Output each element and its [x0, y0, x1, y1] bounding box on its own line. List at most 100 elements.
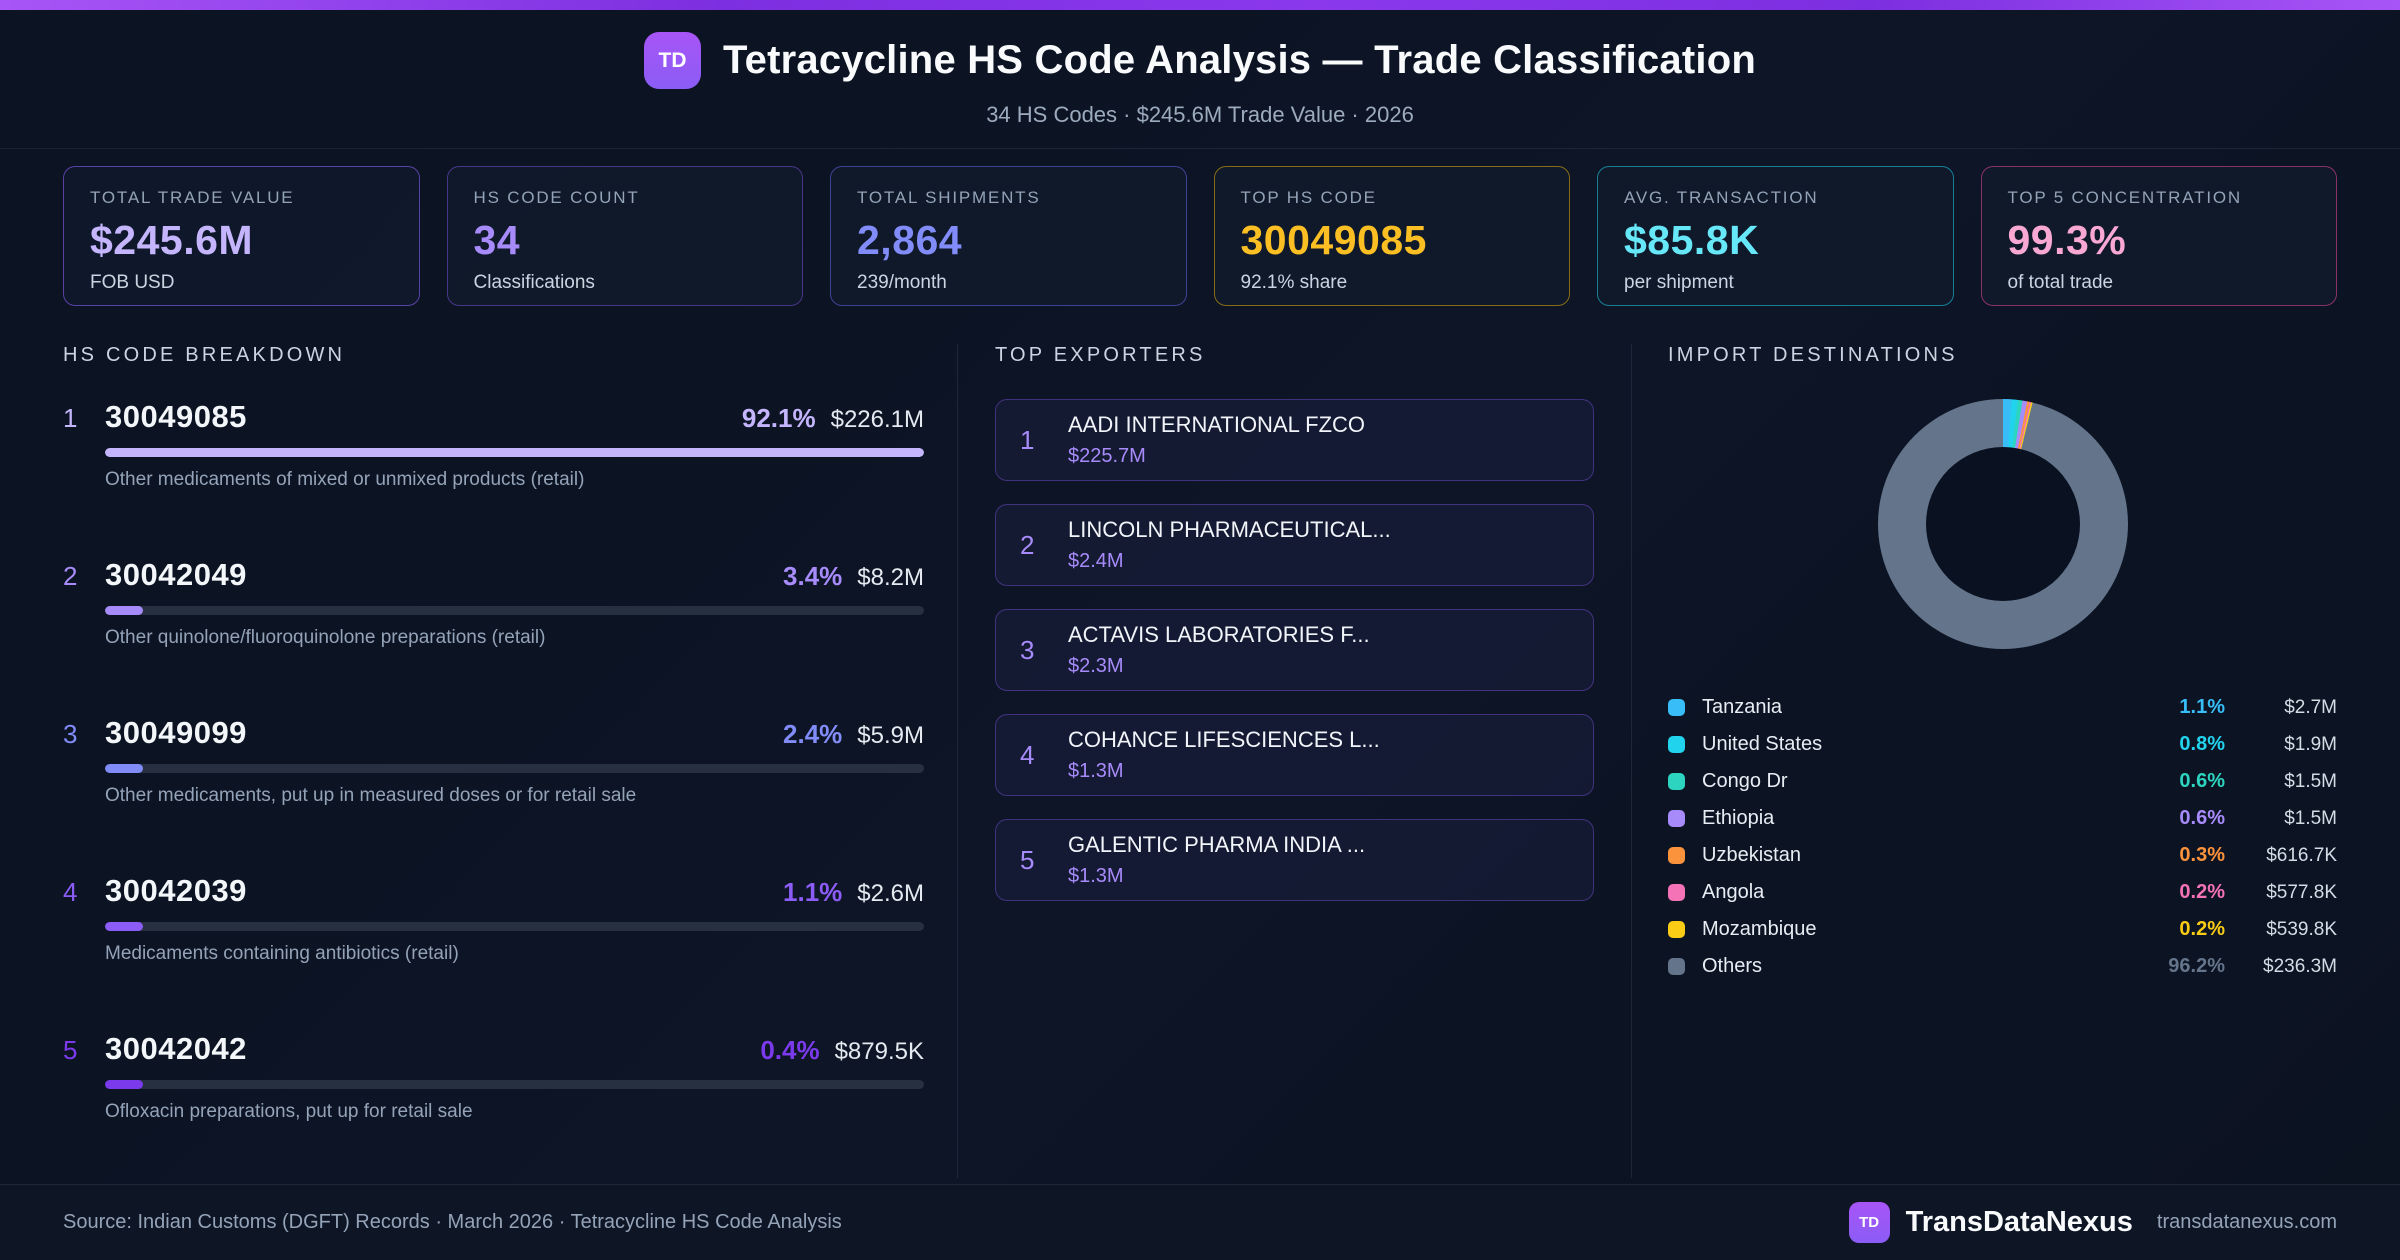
- trade-value: $8.2M: [857, 564, 924, 591]
- stat-sublabel: of total trade: [2007, 272, 2114, 293]
- legend-value: $1.5M: [2284, 771, 2337, 792]
- legend-values: 0.2% $539.8K: [2149, 918, 2337, 941]
- stat-card-top-5-concentration: TOP 5 CONCENTRATION 99.3% of total trade: [1980, 166, 2337, 306]
- exporter-card-body: ACTAVIS LABORATORIES F... $2.3M: [1068, 622, 1370, 678]
- share-percent: 3.4%: [783, 561, 843, 591]
- footer: Source: Indian Customs (DGFT) Records · …: [0, 1184, 2400, 1260]
- trade-value: $2.6M: [857, 880, 924, 907]
- stat-value: 30049085: [1240, 217, 1427, 263]
- hs-code-row-values: 0.4% $879.5K: [760, 1035, 924, 1066]
- exporter-list: 1 AADI INTERNATIONAL FZCO $225.7M 2 LINCOLN …: [995, 399, 1594, 901]
- hs-code-description: Ofloxacin preparations, put up for retai…: [105, 1101, 473, 1122]
- share-percent: 1.1%: [783, 877, 843, 907]
- legend-percent: 96.2%: [2168, 955, 2225, 977]
- legend-values: 1.1% $2.7M: [2149, 696, 2337, 719]
- legend-label: Congo Dr: [1702, 770, 1788, 792]
- legend-values: 0.2% $577.8K: [2149, 881, 2337, 904]
- share-bar-fill: [105, 606, 143, 615]
- exporter-name: GALENTIC PHARMA INDIA ...: [1068, 832, 1366, 857]
- hs-code-row-header: 1 30049085 92.1% $226.1M: [63, 399, 924, 435]
- hs-code-row-values: 92.1% $226.1M: [742, 403, 924, 434]
- exporter-card: 1 AADI INTERNATIONAL FZCO $225.7M: [995, 399, 1594, 481]
- rank-number: 3: [63, 719, 78, 749]
- rank-number: 5: [1020, 844, 1035, 875]
- stat-label: TOTAL SHIPMENTS: [857, 188, 1041, 207]
- exporter-card-body: AADI INTERNATIONAL FZCO $225.7M: [1068, 412, 1365, 468]
- main-content: HS CODE BREAKDOWN 1 30049085 92.1% $226.1M O…: [63, 344, 2337, 1178]
- breakdown-rows: 1 30049085 92.1% $226.1M Other medicaments o…: [63, 399, 924, 1123]
- hs-code-row-values: 3.4% $8.2M: [783, 561, 924, 592]
- exporter-card-body: GALENTIC PHARMA INDIA ... $1.3M: [1068, 832, 1365, 888]
- legend-item-congo-dr: Congo Dr 0.6% $1.5M: [1668, 763, 2337, 800]
- exporter-value: $2.3M: [1068, 655, 1124, 677]
- hs-code-description: Other quinolone/fluoroquinolone preparat…: [105, 627, 546, 648]
- exporter-card-body: LINCOLN PHARMACEUTICAL... $2.4M: [1068, 517, 1391, 573]
- stat-sublabel: 239/month: [857, 272, 947, 293]
- share-bar-fill: [105, 448, 924, 457]
- share-bar-track: [105, 1080, 924, 1089]
- stat-value: 34: [473, 217, 521, 263]
- rank-number: 2: [1020, 529, 1035, 560]
- import-destinations-section: IMPORT DESTINATIONS Tanzania 1.1% $2.7M Uni…: [1632, 344, 2337, 1178]
- stat-value: $245.6M: [90, 217, 254, 263]
- exporter-value: $1.3M: [1068, 760, 1124, 782]
- exporters-section-title: TOP EXPORTERS: [995, 344, 1206, 366]
- legend-value: $236.3M: [2263, 956, 2337, 977]
- hs-code-row-values: 1.1% $2.6M: [783, 877, 924, 908]
- stat-value: 2,864: [857, 217, 963, 263]
- hs-code-description: Other medicaments of mixed or unmixed pr…: [105, 469, 585, 490]
- rank-number: 1: [63, 403, 78, 433]
- exporter-name: AADI INTERNATIONAL FZCO: [1068, 412, 1366, 437]
- rank-number: 5: [63, 1035, 78, 1065]
- share-bar-track: [105, 448, 924, 457]
- hs-code-row: 4 30042039 1.1% $2.6M Medicaments containing…: [63, 873, 924, 965]
- exporter-card-body: COHANCE LIFESCIENCES L... $1.3M: [1068, 727, 1380, 783]
- legend-item-united-states: United States 0.8% $1.9M: [1668, 726, 2337, 763]
- share-bar-track: [105, 922, 924, 931]
- exporter-value: $2.4M: [1068, 550, 1124, 572]
- exporter-value: $225.7M: [1068, 445, 1146, 467]
- legend-values: 0.8% $1.9M: [2149, 733, 2337, 756]
- breakdown-section-title: HS CODE BREAKDOWN: [63, 344, 346, 366]
- destinations-legend: Tanzania 1.1% $2.7M United States 0.8% $1.9M C…: [1668, 689, 2337, 985]
- legend-item-mozambique: Mozambique 0.2% $539.8K: [1668, 911, 2337, 948]
- hs-code-description: Medicaments containing antibiotics (reta…: [105, 943, 459, 964]
- stat-value: 99.3%: [2007, 217, 2127, 263]
- exporter-name: ACTAVIS LABORATORIES F...: [1068, 622, 1370, 647]
- legend-value: $577.8K: [2266, 882, 2337, 903]
- legend-label: United States: [1702, 733, 1823, 755]
- header: TD Tetracycline HS Code Analysis — Trade…: [0, 10, 2400, 149]
- legend-swatch: [1668, 884, 1685, 901]
- legend-values: 0.6% $1.5M: [2149, 770, 2337, 793]
- stat-card-hs-code-count: HS CODE COUNT 34 Classifications: [446, 166, 803, 306]
- rank-number: 2: [63, 561, 78, 591]
- rank-number: 4: [1020, 739, 1035, 770]
- legend-label: Ethiopia: [1702, 807, 1775, 829]
- legend-swatch: [1668, 847, 1685, 864]
- share-percent: 92.1%: [741, 403, 816, 433]
- footer-domain: transdatanexus.com: [2156, 1211, 2337, 1233]
- page-title: Tetracycline HS Code Analysis — Trade Cl…: [723, 38, 1756, 82]
- legend-percent: 1.1%: [2179, 696, 2225, 718]
- title-row: TD Tetracycline HS Code Analysis — Trade…: [0, 32, 2400, 89]
- footer-brand-name: TransDataNexus: [1905, 1206, 2133, 1238]
- donut-chart-wrapper: [1668, 399, 2337, 649]
- legend-value: $2.7M: [2284, 697, 2337, 718]
- hs-code-row-values: 2.4% $5.9M: [783, 719, 924, 750]
- top-exporters-section: TOP EXPORTERS 1 AADI INTERNATIONAL FZCO $2…: [958, 344, 1632, 1178]
- stat-sublabel: FOB USD: [90, 272, 175, 293]
- trade-dashboard: TD Tetracycline HS Code Analysis — Trade…: [0, 0, 2400, 1260]
- rank-number: 3: [1020, 634, 1035, 665]
- footer-brand-logo: TD: [1848, 1202, 1890, 1243]
- legend-percent: 0.2%: [2179, 881, 2225, 903]
- exporter-card: 2 LINCOLN PHARMACEUTICAL... $2.4M: [995, 504, 1594, 586]
- legend-item-others: Others 96.2% $236.3M: [1668, 948, 2337, 985]
- legend-label: Mozambique: [1702, 918, 1817, 940]
- trade-value: $226.1M: [830, 406, 924, 433]
- stat-sublabel: per shipment: [1624, 272, 1734, 293]
- exporter-name: LINCOLN PHARMACEUTICAL...: [1068, 517, 1391, 542]
- destinations-section-title: IMPORT DESTINATIONS: [1668, 344, 1958, 366]
- legend-swatch: [1668, 699, 1685, 716]
- stat-label: AVG. TRANSACTION: [1624, 188, 1819, 207]
- stat-sublabel: 92.1% share: [1240, 272, 1348, 293]
